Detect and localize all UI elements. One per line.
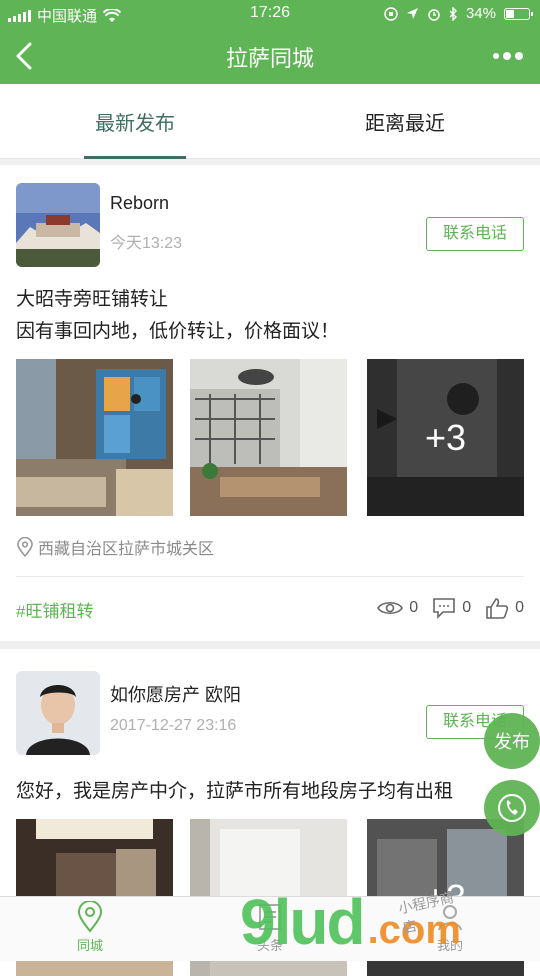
more-images-count: +3 <box>367 359 524 516</box>
post-divider <box>16 576 524 577</box>
feed-separator <box>0 641 540 649</box>
post-image[interactable] <box>190 359 347 516</box>
comments-count: 0 <box>462 599 472 616</box>
news-icon <box>259 904 281 930</box>
more-dot-icon <box>503 52 511 60</box>
location-icon <box>77 901 103 933</box>
post-card[interactable]: 如你愿房产 欧阳 2017-12-27 23:16 联系电话 您好，我是房产中介… <box>0 649 540 976</box>
more-dot-icon <box>515 52 523 60</box>
alarm-icon <box>428 8 440 21</box>
publish-fab[interactable]: 发布 <box>484 713 540 769</box>
likes-stat[interactable]: 0 <box>485 597 524 619</box>
bottom-tab-label: 我的 <box>436 938 463 953</box>
post-stats: 0 0 0 <box>377 597 524 619</box>
more-options-button[interactable] <box>488 44 528 68</box>
eye-icon <box>377 601 404 615</box>
views-stat: 0 <box>377 599 418 617</box>
user-icon <box>438 905 462 931</box>
comments-stat[interactable]: 0 <box>432 597 471 619</box>
location-arrow-icon <box>406 8 418 19</box>
battery-icon <box>504 7 533 20</box>
post-image[interactable] <box>16 359 173 516</box>
bluetooth-icon <box>449 6 457 21</box>
more-dot-icon <box>493 53 499 59</box>
post-tag[interactable]: #旺铺租转 <box>16 597 93 622</box>
avatar[interactable] <box>16 183 100 267</box>
post-time: 2017-12-27 23:16 <box>110 717 237 734</box>
thumbs-up-icon <box>486 598 509 619</box>
post-card[interactable]: Reborn 今天13:23 联系电话 大昭寺旁旺铺转让 因有事回内地，低价转让… <box>0 165 540 641</box>
bottom-tab-label: 头条 <box>256 938 283 953</box>
battery-level <box>506 9 515 18</box>
post-time: 今天13:23 <box>110 235 183 252</box>
bottom-tab-city[interactable]: 同城 <box>40 901 140 954</box>
avatar[interactable] <box>16 671 100 755</box>
post-username[interactable]: 如你愿房产 欧阳 <box>110 681 241 707</box>
tab-bar: 最新发布 距离最近 <box>0 90 540 159</box>
bottom-tab-headlines[interactable]: 头条 <box>220 901 320 954</box>
views-count: 0 <box>409 599 419 616</box>
tab-latest[interactable]: 最新发布 <box>0 90 270 159</box>
post-body: 因有事回内地，低价转让，价格面议！ <box>16 321 340 342</box>
post-title: 大昭寺旁旺铺转让 <box>16 289 169 310</box>
bottom-tab-me[interactable]: 我的 <box>400 901 500 954</box>
tab-nearest[interactable]: 距离最近 <box>270 90 540 158</box>
contact-phone-button[interactable]: 联系电话 <box>426 217 524 251</box>
status-bar: 中国联通 17:26 34% <box>0 0 540 28</box>
likes-count: 0 <box>515 599 524 616</box>
bottom-tab-bar: 同城 头条 我的 <box>0 896 540 961</box>
nav-bar: 拉萨同城 <box>0 28 540 84</box>
post-location: 西藏自治区拉萨市城关区 <box>16 535 214 559</box>
location-pin-icon <box>17 537 33 557</box>
post-body: 您好，我是房产中介，拉萨市所有地段房子均有出租 <box>16 781 454 802</box>
post-image-more[interactable]: +3 <box>367 359 524 516</box>
location-text: 西藏自治区拉萨市城关区 <box>38 541 215 558</box>
post-username[interactable]: Reborn <box>110 193 169 214</box>
phone-fab[interactable] <box>484 780 540 836</box>
bottom-tab-label: 同城 <box>76 938 103 953</box>
battery-percent: 34% <box>465 5 496 22</box>
rotation-lock-icon <box>384 6 398 21</box>
phone-icon <box>498 794 526 822</box>
comment-icon <box>433 598 455 619</box>
page-title: 拉萨同城 <box>225 46 314 71</box>
status-right: 34% <box>384 5 533 22</box>
